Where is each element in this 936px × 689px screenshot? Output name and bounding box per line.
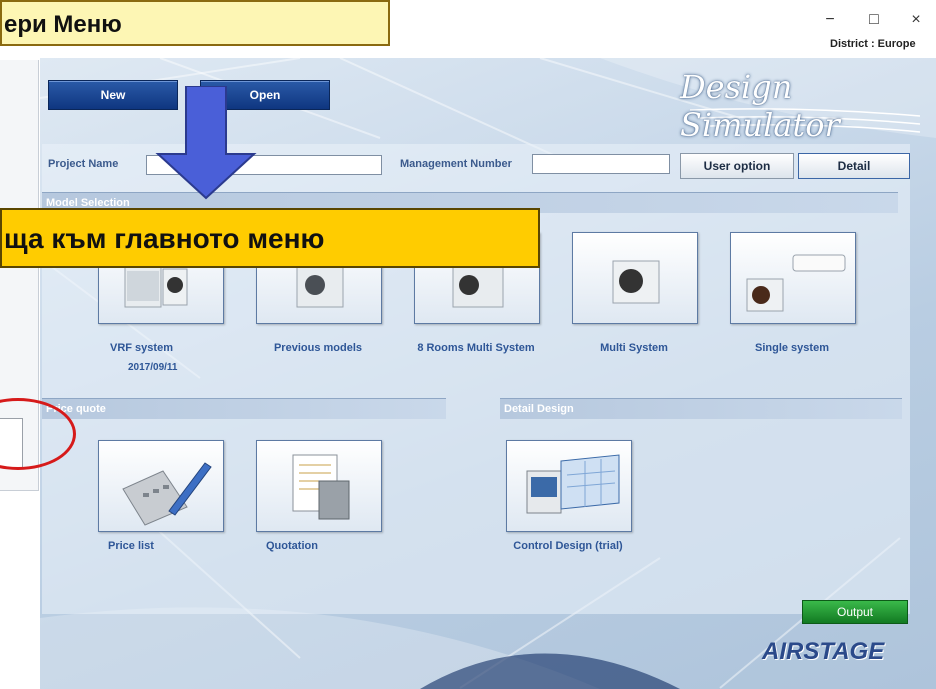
output-button[interactable]: Output <box>802 600 908 624</box>
controller-screen-icon <box>526 454 620 514</box>
control-design-tile[interactable] <box>506 440 632 532</box>
8-rooms-multi-system-label: 8 Rooms Multi System <box>417 342 535 354</box>
callout-top: ери Меню <box>0 0 390 46</box>
management-number-field[interactable] <box>532 154 670 174</box>
project-name-label: Project Name <box>48 158 119 170</box>
detail-design-label: Detail Design <box>504 403 574 415</box>
detail-design-bar: Detail Design <box>500 398 902 419</box>
split-ac-icon <box>746 254 846 312</box>
management-number-label: Management Number <box>400 158 512 170</box>
outdoor-unit-icon <box>612 260 660 304</box>
price-list-tile[interactable] <box>98 440 224 532</box>
minimize-button[interactable]: − <box>812 8 848 32</box>
quotation-label: Quotation <box>266 540 318 552</box>
control-design-label: Control Design (trial) <box>513 540 623 552</box>
brand-logo: AIRSTAGE <box>762 638 885 665</box>
multi-system-label: Multi System <box>600 342 668 354</box>
down-arrow-icon <box>155 86 257 200</box>
multi-system-tile[interactable] <box>572 232 698 324</box>
calculator-pen-icon <box>122 462 212 526</box>
user-option-button[interactable]: User option <box>680 153 794 179</box>
detail-button[interactable]: Detail <box>798 153 910 179</box>
vrf-system-label: VRF system <box>110 342 173 354</box>
app-logo: Design Simulator <box>680 68 840 144</box>
callout-main: ща към главното меню <box>0 208 540 268</box>
district-label: District : Europe <box>830 38 916 50</box>
quotation-tile[interactable] <box>256 440 382 532</box>
price-list-label: Price list <box>108 540 154 552</box>
maximize-button[interactable]: □ <box>856 8 892 32</box>
previous-models-label: Previous models <box>273 342 363 354</box>
close-button[interactable]: × <box>898 8 934 32</box>
single-system-tile[interactable] <box>730 232 856 324</box>
single-system-label: Single system <box>755 342 829 354</box>
price-quote-bar: Price quote <box>42 398 446 419</box>
vrf-system-date: 2017/09/11 <box>128 362 178 373</box>
document-calculator-icon <box>292 454 350 520</box>
